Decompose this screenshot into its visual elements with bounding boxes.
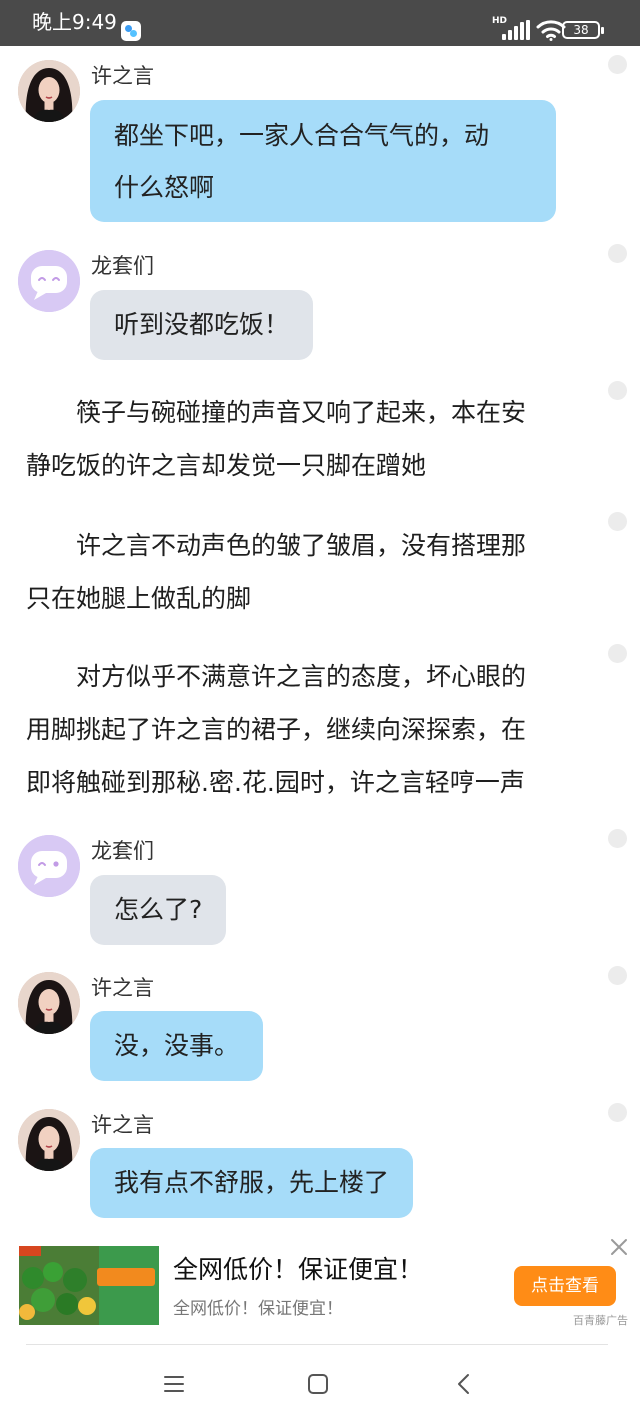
ad-cta-button[interactable]: 点击查看 xyxy=(514,1266,616,1306)
sender-name: 龙套们 xyxy=(91,254,154,278)
user-photo-avatar[interactable] xyxy=(18,60,80,122)
status-time: 晚上9:49 xyxy=(32,10,117,34)
home-icon[interactable] xyxy=(304,1370,332,1398)
ad-banner[interactable]: 全网低价！保证便宜！ 全网低价！保证便宜！ 点击查看 百青藤广告 xyxy=(0,1230,640,1340)
comment-dot-icon[interactable] xyxy=(608,829,627,848)
message-bubble[interactable]: 都坐下吧，一家人合合气气的，动 什么怒啊 xyxy=(90,100,556,222)
divider xyxy=(26,1344,608,1345)
message-text-line: 都坐下吧，一家人合合气气的，动 xyxy=(114,121,490,150)
status-bar: 晚上9:49 HD 38 xyxy=(0,0,640,46)
app-notification-icon xyxy=(121,21,141,41)
narration-paragraph: 对方似乎不满意许之言的态度，坏心眼的 用脚挑起了许之言的裙子，继续向深探索，在 … xyxy=(26,650,586,809)
comment-dot-icon[interactable] xyxy=(608,381,627,400)
narration-paragraph: 许之言不动声色的皱了皱眉，没有搭理那 只在她腿上做乱的脚 xyxy=(26,519,586,625)
sender-name: 龙套们 xyxy=(91,839,154,863)
bot-face-avatar[interactable] xyxy=(18,835,80,897)
bot-face-avatar[interactable] xyxy=(18,250,80,312)
message-text-line: 什么怒啊 xyxy=(114,173,215,202)
paragraph-line: 用脚挑起了许之言的裙子，继续向深探索，在 xyxy=(26,715,527,744)
comment-dot-icon[interactable] xyxy=(608,512,627,531)
comment-dot-icon[interactable] xyxy=(608,644,627,663)
ad-subtitle[interactable]: 全网低价！保证便宜！ xyxy=(173,1298,343,1320)
user-photo-avatar[interactable] xyxy=(18,972,80,1034)
paragraph-line: 即将触碰到那秘.密.花.园时，许之言轻哼一声 xyxy=(26,768,525,797)
message-bubble[interactable]: 没，没事。 xyxy=(90,1011,264,1081)
ad-title[interactable]: 全网低价！保证便宜！ xyxy=(173,1254,423,1286)
battery-icon: 38 xyxy=(562,21,604,39)
message-bubble[interactable]: 听到没都吃饭！ xyxy=(90,290,314,360)
back-icon[interactable] xyxy=(450,1370,478,1398)
paragraph-line: 许之言不动声色的皱了皱眉，没有搭理那 xyxy=(26,531,527,560)
signal-icon xyxy=(502,20,530,40)
paragraph-line: 对方似乎不满意许之言的态度，坏心眼的 xyxy=(26,662,527,691)
close-icon[interactable] xyxy=(608,1236,630,1258)
sender-name: 许之言 xyxy=(91,64,154,88)
ad-source-label: 百青藤广告 xyxy=(573,1314,628,1327)
narration-paragraph: 筷子与碗碰撞的声音又响了起来，本在安 静吃饭的许之言却发觉一只脚在蹭她 xyxy=(26,386,586,492)
comment-dot-icon[interactable] xyxy=(608,966,627,985)
sender-name: 许之言 xyxy=(91,1113,154,1137)
user-photo-avatar[interactable] xyxy=(18,1109,80,1171)
comment-dot-icon[interactable] xyxy=(608,244,627,263)
comment-dot-icon[interactable] xyxy=(608,55,627,74)
paragraph-line: 筷子与碗碰撞的声音又响了起来，本在安 xyxy=(26,398,527,427)
message-bubble[interactable]: 怎么了? xyxy=(90,875,227,945)
comment-dot-icon[interactable] xyxy=(608,1103,627,1122)
message-bubble[interactable]: 我有点不舒服，先上楼了 xyxy=(90,1148,414,1218)
paragraph-line: 只在她腿上做乱的脚 xyxy=(26,584,252,613)
system-nav-bar xyxy=(0,1352,640,1422)
sender-name: 许之言 xyxy=(91,976,154,1000)
ad-image[interactable] xyxy=(19,1246,159,1325)
paragraph-line: 静吃饭的许之言却发觉一只脚在蹭她 xyxy=(26,451,427,480)
menu-icon[interactable] xyxy=(160,1370,188,1398)
